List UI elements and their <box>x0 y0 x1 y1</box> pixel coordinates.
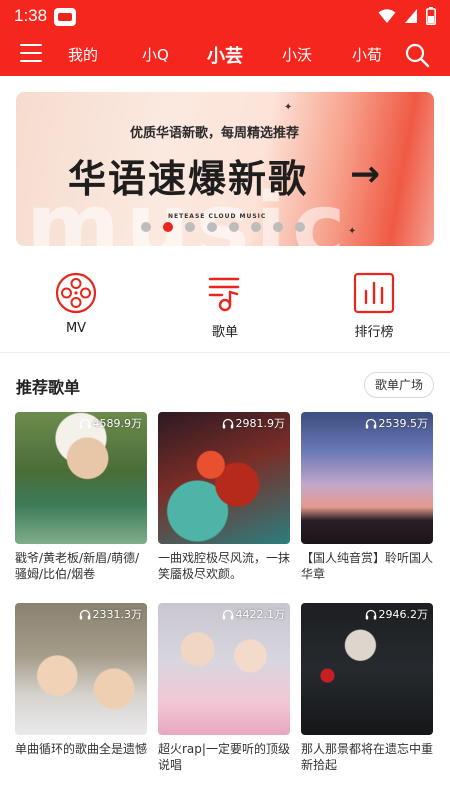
arrow-right-icon: → <box>350 154 381 195</box>
wifi-icon <box>378 9 396 23</box>
headphones-icon <box>222 418 233 428</box>
mv-entry[interactable]: MV <box>26 272 126 336</box>
playlist-icon <box>208 277 240 312</box>
carousel-dot[interactable] <box>295 222 305 232</box>
status-bar: 1:38 <box>0 0 450 34</box>
playlist-square-button[interactable]: 歌单广场 <box>363 372 434 398</box>
playlist-card[interactable]: 2331.3万 单曲循环的歌曲全是遗憾 <box>15 603 147 773</box>
banner-title: 华语速爆新歌 <box>68 157 309 201</box>
playlist-entry[interactable]: 歌单 <box>175 272 275 340</box>
section-title: 推荐歌单 <box>16 378 81 397</box>
carousel-dot[interactable] <box>251 222 261 232</box>
top-nav: 我的 小Q 小芸 小沃 小荀 <box>0 34 450 76</box>
playlist-title: 超火rap|一定要听的顶级说唱 <box>158 742 290 772</box>
headphones-icon <box>79 609 90 619</box>
film-reel-icon <box>55 272 97 314</box>
playlist-cover: 2981.9万 <box>158 412 290 544</box>
carousel-dot[interactable] <box>185 222 195 232</box>
play-count: 2539.5万 <box>365 415 428 431</box>
search-icon[interactable] <box>404 42 430 68</box>
tab-xiaoyun[interactable]: 小芸 <box>207 42 243 68</box>
banner-brand: NETEASE CLOUD MUSIC <box>168 213 267 220</box>
play-count: 4422.1万 <box>222 606 285 622</box>
carousel-dot[interactable] <box>207 222 217 232</box>
playlist-title: 单曲循环的歌曲全是遗憾 <box>15 742 147 756</box>
notification-app-icon <box>54 8 76 26</box>
playlist-cover: 4589.9万 <box>15 412 147 544</box>
playlist-cover: 2331.3万 <box>15 603 147 735</box>
play-count: 2946.2万 <box>365 606 428 622</box>
playlist-label: 歌单 <box>211 325 238 340</box>
sparkle-icon: ✦ <box>348 226 357 237</box>
chart-label: 排行榜 <box>354 325 394 340</box>
playlist-card[interactable]: 4589.9万 戳爷/黄老板/新眉/萌德/骚姆/比伯/烟卷 <box>15 412 147 582</box>
menu-icon[interactable] <box>20 44 42 64</box>
sparkle-icon: ✦ <box>284 102 293 113</box>
carousel-dot[interactable] <box>273 222 283 232</box>
carousel-dot[interactable] <box>163 222 173 232</box>
chart-entry[interactable]: 排行榜 <box>324 272 424 340</box>
banner-subtitle: 优质华语新歌，每周精选推荐 <box>130 126 300 141</box>
playlist-card[interactable]: 4422.1万 超火rap|一定要听的顶级说唱 <box>158 603 290 773</box>
status-time: 1:38 <box>14 6 48 25</box>
carousel-dots <box>141 222 305 232</box>
status-icons <box>378 7 436 25</box>
play-count: 2981.9万 <box>222 415 285 431</box>
playlist-card[interactable]: 2946.2万 那人那景都将在遗忘中重新拾起 <box>301 603 433 773</box>
headphones-icon <box>365 609 376 619</box>
divider <box>0 352 450 353</box>
playlist-card[interactable]: 2981.9万 一曲戏腔极尽风流，一抹笑靥极尽欢颜。 <box>158 412 290 582</box>
headphones-icon <box>365 418 376 428</box>
mv-label: MV <box>65 321 87 336</box>
signal-icon <box>405 9 417 23</box>
play-count: 4589.9万 <box>79 415 142 431</box>
playlist-cover: 2946.2万 <box>301 603 433 735</box>
playlist-card[interactable]: 2539.5万 【国人纯音赏】聆听国人华章 <box>301 412 433 582</box>
tab-xiaoq[interactable]: 小Q <box>142 44 169 65</box>
tab-xiaoxun[interactable]: 小荀 <box>352 44 382 65</box>
play-count: 2331.3万 <box>79 606 142 622</box>
tab-xiaowo[interactable]: 小沃 <box>282 44 312 65</box>
playlist-title: 那人那景都将在遗忘中重新拾起 <box>301 742 433 772</box>
playlist-title: 一曲戏腔极尽风流，一抹笑靥极尽欢颜。 <box>158 551 290 581</box>
chart-icon <box>353 272 395 314</box>
carousel-dot[interactable] <box>229 222 239 232</box>
playlist-cover: 2539.5万 <box>301 412 433 544</box>
battery-icon <box>426 7 436 25</box>
playlist-title: 【国人纯音赏】聆听国人华章 <box>301 551 433 581</box>
playlist-cover: 4422.1万 <box>158 603 290 735</box>
tab-mine[interactable]: 我的 <box>68 44 98 65</box>
headphones-icon <box>79 418 90 428</box>
playlist-title: 戳爷/黄老板/新眉/萌德/骚姆/比伯/烟卷 <box>15 551 140 581</box>
headphones-icon <box>222 609 233 619</box>
carousel-dot[interactable] <box>141 222 151 232</box>
